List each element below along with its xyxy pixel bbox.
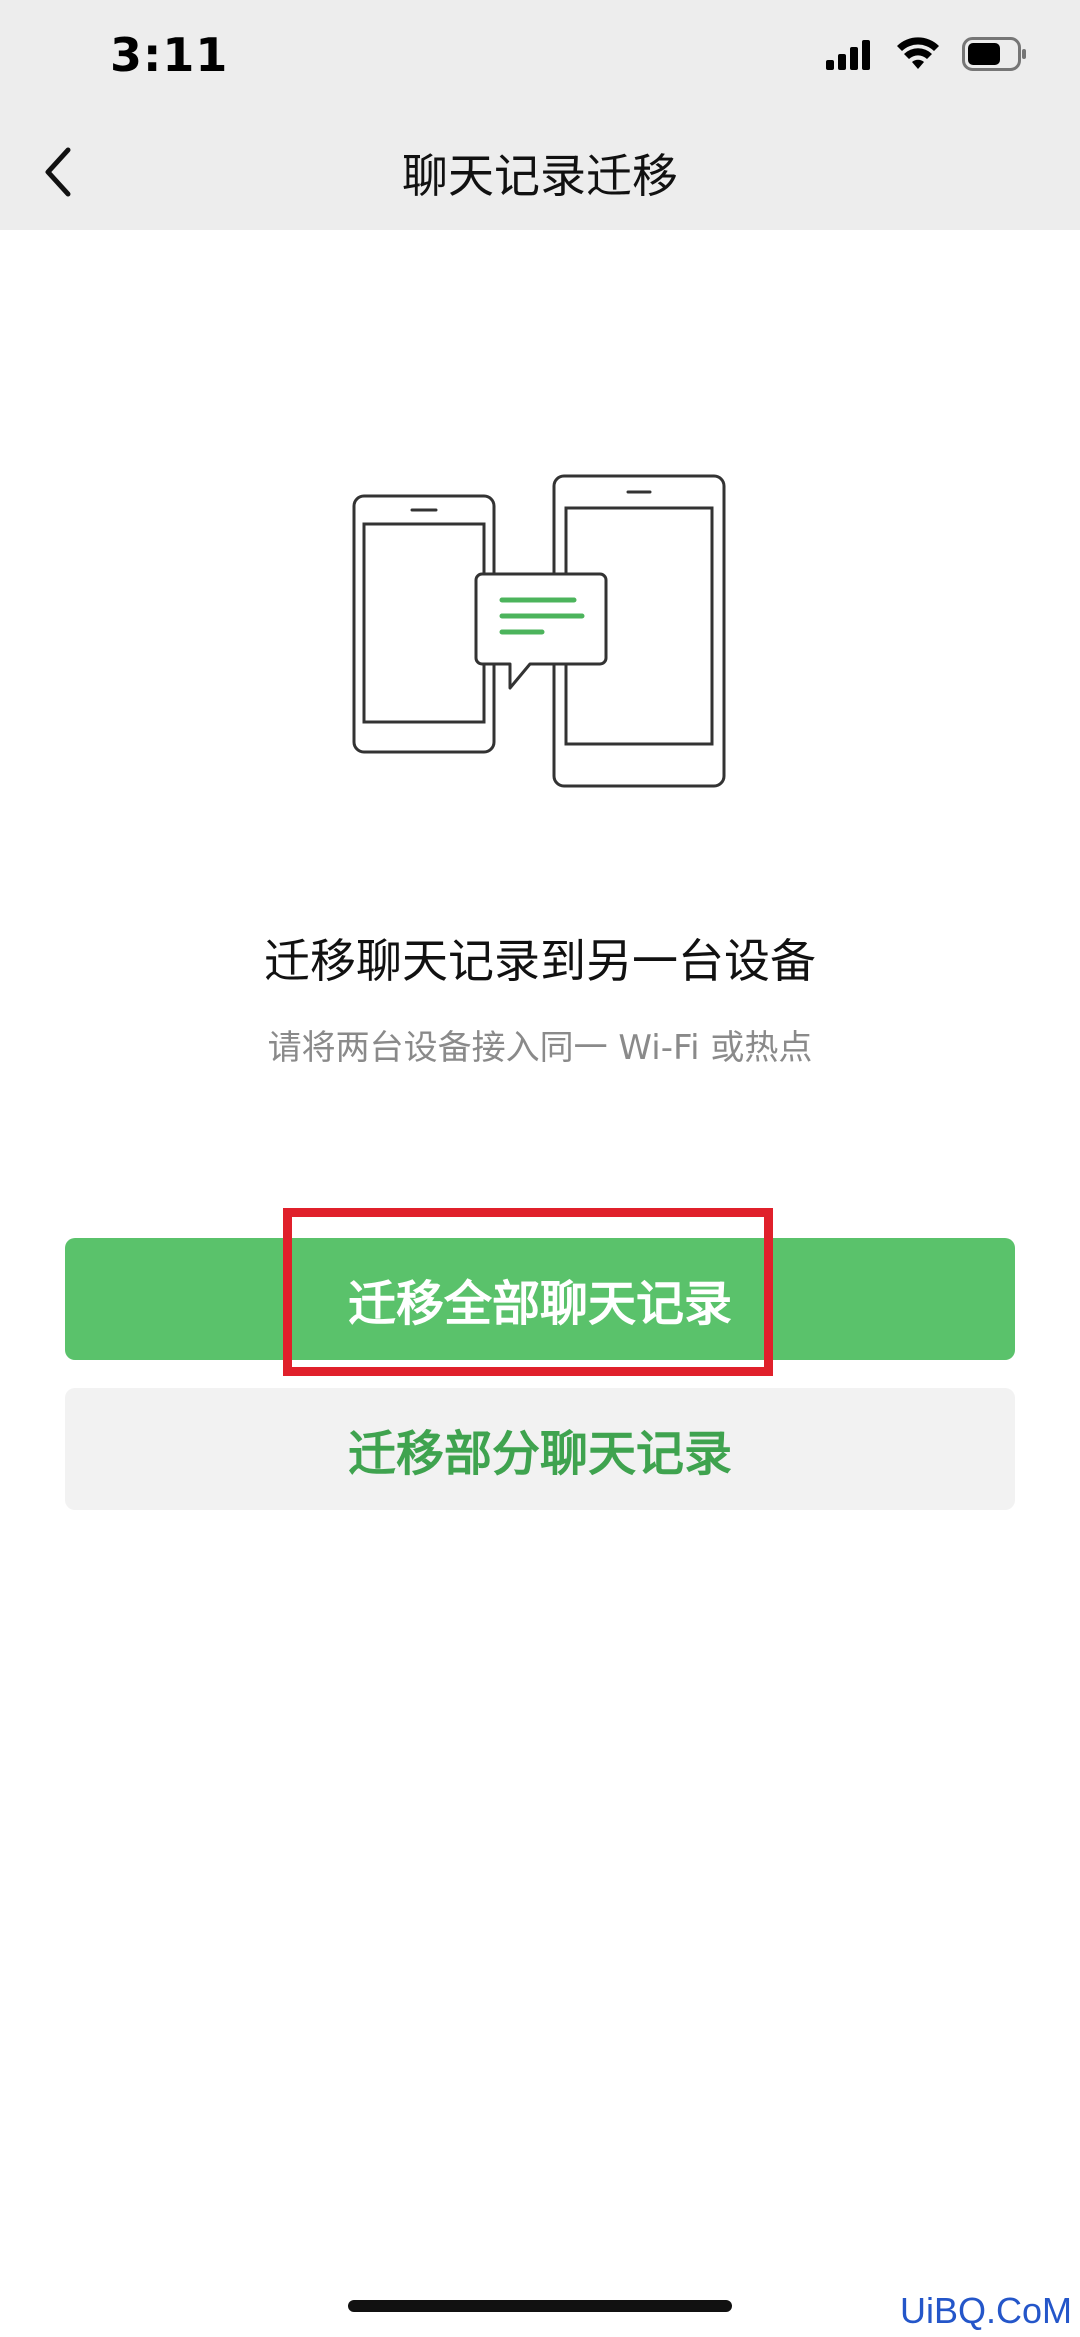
page-title: 聊天记录迁移 (402, 149, 678, 203)
phones-transfer-icon (350, 470, 730, 795)
screen: 3:11 聊天记录迁移 迁移聊天记录到另一台设备 请将两台设备接入同一 Wi-F… (0, 0, 1080, 2337)
home-indicator[interactable] (348, 2300, 732, 2312)
migrate-partial-button[interactable]: 迁移部分聊天记录 (65, 1388, 1015, 1510)
top-bar: 3:11 聊天记录迁移 (0, 0, 1080, 230)
signal-icon (826, 38, 874, 74)
status-icons (826, 36, 1028, 76)
status-time: 3:11 (110, 28, 229, 82)
watermark: UiBQ.CoM (899, 2290, 1072, 2331)
subtitle: 请将两台设备接入同一 Wi-Fi 或热点 (267, 1028, 813, 1068)
migrate-all-button[interactable]: 迁移全部聊天记录 (65, 1238, 1015, 1360)
main-title: 迁移聊天记录到另一台设备 (264, 934, 816, 988)
battery-icon (962, 37, 1028, 75)
wifi-icon (896, 37, 940, 75)
